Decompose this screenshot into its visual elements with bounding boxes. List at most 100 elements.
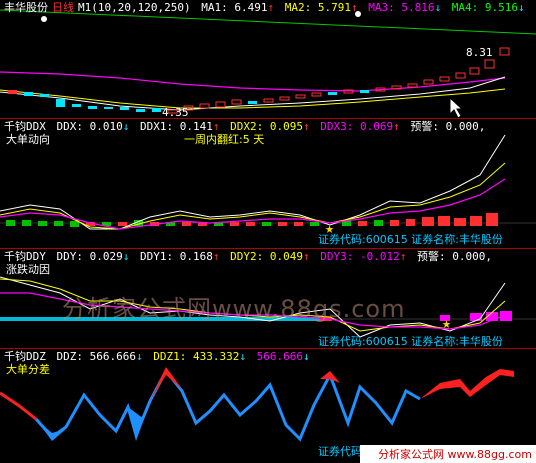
candle <box>311 92 322 97</box>
candle <box>423 79 434 85</box>
ddx-header: 千钧DDX DDX: 0.010↓ DDX1: 0.141↑ DDX2: 0.0… <box>4 120 489 133</box>
ddy-title: 千钧DDY <box>4 250 46 263</box>
ddx-bar <box>358 221 367 226</box>
candle <box>152 108 161 112</box>
ddy-panel[interactable]: 分析家公式网www.88gs.com 千钧DDY DDY: 0.029↓ DDY… <box>0 249 536 349</box>
ddx-alert: 预警: 0.000, <box>410 120 486 133</box>
ddx-subtitle: 大单动向 <box>6 133 50 146</box>
ddx-bar <box>454 218 466 226</box>
site-footer-link[interactable]: 分析家公式网 www.88gg.com <box>360 445 536 463</box>
candle <box>199 103 210 109</box>
candle <box>24 92 33 96</box>
ddy-alert: 预警: 0.000, <box>417 250 492 263</box>
ma2-readout: MA2: 5.791↑ <box>284 1 358 14</box>
ddx2-readout: DDX2: 0.095↑ <box>230 120 310 133</box>
ddx-bar <box>374 220 383 226</box>
ddx-bar <box>294 222 303 226</box>
star-marker <box>41 16 47 22</box>
candle <box>343 89 354 94</box>
candle <box>469 67 480 75</box>
ddx-chart <box>0 134 536 230</box>
ddx-bar <box>438 216 450 226</box>
ma4-readout: MA4: 9.516↓ <box>451 1 525 14</box>
candle <box>120 107 129 110</box>
candle <box>455 72 466 79</box>
ddx-bar <box>182 222 191 226</box>
candle <box>499 47 510 56</box>
ma-params: M1(10,20,120,250) <box>78 1 191 14</box>
ddx-bar <box>70 221 79 227</box>
candle <box>279 96 290 101</box>
ddx1-readout: DDX1: 0.141↑ <box>140 120 220 133</box>
candle <box>439 76 450 82</box>
price-panel[interactable]: 丰华股份 日线 M1(10,20,120,250) MA1: 6.491↑ MA2:… <box>0 0 536 119</box>
ddx-bar <box>38 221 47 226</box>
ddy2-readout: DDY2: 0.049↑ <box>230 250 310 263</box>
ddz-fill-red <box>320 371 340 383</box>
ddz-readout: DDZ: 566.666↓ <box>56 350 143 363</box>
ddx-bar <box>406 219 415 226</box>
ddx-bar <box>422 217 434 226</box>
ddz-title: 千钧DDZ <box>4 350 46 363</box>
ddx-readout: DDX: 0.010↓ <box>56 120 130 133</box>
candle <box>295 94 306 99</box>
ddz-fill-blue <box>128 407 144 441</box>
ddy-stock-info: 证券代码:600615 证券名称:丰华股份 <box>318 335 503 348</box>
candle <box>360 90 369 93</box>
ddx-bar <box>54 221 63 226</box>
watermark: 分析家公式网www.88gs.com <box>62 295 406 323</box>
candle <box>328 92 337 95</box>
ddy-header: 千钧DDY DDY: 0.029↓ DDY1: 0.168↑ DDY2: 0.0… <box>4 250 496 263</box>
ddy3-readout: DDY3: -0.012↑ <box>320 250 407 263</box>
ddx-bar <box>230 222 239 226</box>
ddz-panel[interactable]: 千钧DDZ DDZ: 566.666↓ DDZ1: 433.332↓ 566.6… <box>0 349 536 463</box>
high-price-label: 8.31 <box>466 46 493 59</box>
ddz1-readout: DDZ1: 433.332↓ <box>153 350 246 363</box>
price-header: 丰华股份 日线 M1(10,20,120,250) MA1: 6.491↑ MA2:… <box>4 1 529 14</box>
candle <box>104 107 113 109</box>
ddz-line-red <box>0 391 37 421</box>
price-chart <box>0 9 536 118</box>
ma1-readout: MA1: 6.491↑ <box>201 1 275 14</box>
ddz-fill-red <box>150 367 182 401</box>
ddx-bar <box>390 220 399 226</box>
ddy-subtitle: 涨跌动因 <box>6 263 50 276</box>
ddx-bar <box>6 220 15 226</box>
ddx-title: 千钧DDX <box>4 120 46 133</box>
candle <box>484 59 495 69</box>
mouse-cursor-icon <box>449 96 464 118</box>
candle <box>56 99 65 107</box>
ddx-bar <box>118 222 127 226</box>
ddx-bar <box>246 222 255 226</box>
signal-star-icon: ★ <box>442 314 452 332</box>
candle <box>72 104 81 107</box>
ddx-bar <box>262 222 271 226</box>
candle <box>391 85 402 90</box>
candles <box>8 47 510 114</box>
low-price-label: 4.35 <box>162 106 189 119</box>
candle <box>40 94 49 97</box>
candle <box>248 101 257 104</box>
candle <box>215 101 226 108</box>
ddx-panel[interactable]: 千钧DDX DDX: 0.010↓ DDX1: 0.141↑ DDX2: 0.0… <box>0 119 536 249</box>
ddx-bar <box>310 222 319 226</box>
ddz-subtitle: 大单分差 <box>6 363 50 376</box>
candle <box>263 98 274 103</box>
ddy-readout: DDY: 0.029↓ <box>56 250 130 263</box>
ma3-line <box>0 71 506 92</box>
ddz-line-blue <box>34 368 421 442</box>
ddx3-readout: DDX3: 0.069↑ <box>320 120 400 133</box>
stock-name: 丰华股份 <box>4 1 48 14</box>
ddx-bar <box>470 216 482 226</box>
candle <box>231 99 242 105</box>
ddx-stock-info: 证券代码:600615 证券名称:丰华股份 <box>318 233 503 246</box>
ddz-fill-red <box>420 369 514 399</box>
ma3-readout: MA3: 5.816↓ <box>368 1 442 14</box>
ddz-extra-readout: 566.666↓ <box>256 350 310 363</box>
ddx-bar <box>278 222 287 226</box>
period-label: 日线 <box>52 1 74 14</box>
ddy-bar <box>470 313 482 321</box>
candle <box>88 106 97 109</box>
ddx-bar <box>486 213 498 226</box>
candle <box>8 90 17 94</box>
